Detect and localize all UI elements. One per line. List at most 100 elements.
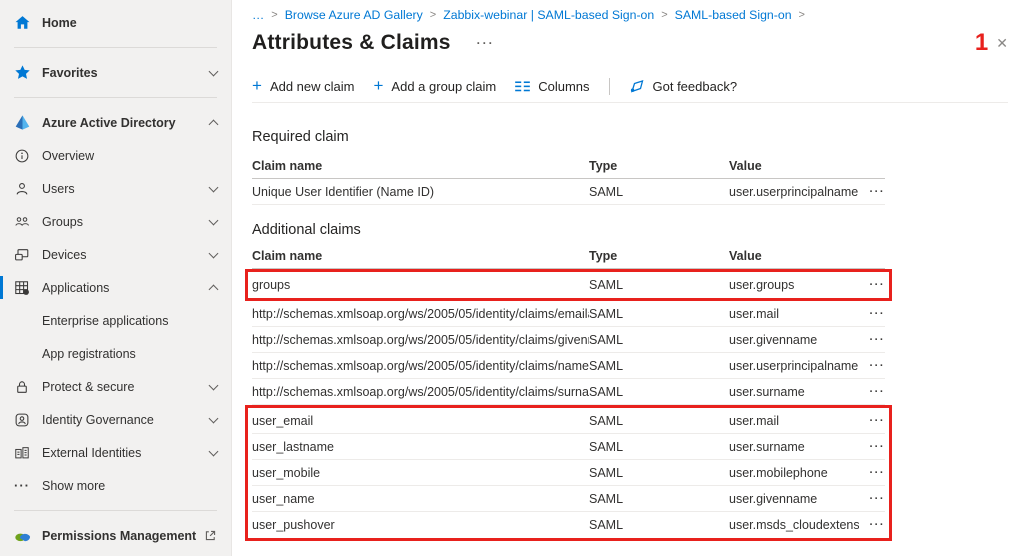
table-row[interactable]: http://schemas.xmlsoap.org/ws/2005/05/id… [252,353,885,379]
column-header-type: Type [589,159,729,173]
table-row[interactable]: user_name SAML user.givenname ··· [252,486,885,512]
row-menu-icon[interactable]: ··· [859,186,885,198]
sidebar-item-label: Identity Governance [42,413,210,427]
columns-button[interactable]: Columns [515,79,589,94]
row-menu-icon[interactable]: ··· [859,279,885,291]
claim-value: user.surname [729,385,859,399]
close-icon[interactable]: ✕ [996,36,1008,50]
sidebar-item-label: Favorites [42,66,210,80]
azure-ad-icon [13,114,31,132]
table-row[interactable]: groups SAML user.groups ··· [252,272,885,298]
chevron-down-icon [209,413,219,423]
claim-value: user.givenname [729,333,859,347]
sidebar-item-users[interactable]: Users [0,172,231,205]
row-menu-icon[interactable]: ··· [859,467,885,479]
claim-name: http://schemas.xmlsoap.org/ws/2005/05/id… [252,307,589,321]
claim-name: http://schemas.xmlsoap.org/ws/2005/05/id… [252,385,589,399]
sidebar-item-azure-active-directory[interactable]: Azure Active Directory [0,106,231,139]
sidebar-item-show-more[interactable]: ··· Show more [0,469,231,502]
claim-value: user.userprincipalname [... [729,185,859,199]
add-group-claim-button[interactable]: + Add a group claim [373,79,496,94]
table-row[interactable]: http://schemas.xmlsoap.org/ws/2005/05/id… [252,301,885,327]
sidebar-item-external-identities[interactable]: External Identities [0,436,231,469]
table-header: Claim name Type Value [252,243,885,269]
breadcrumb-link-saml-signon[interactable]: SAML-based Sign-on [675,8,792,22]
table-header: Claim name Type Value [252,153,885,179]
sidebar-item-favorites[interactable]: Favorites [0,56,231,89]
external-link-icon [203,529,217,543]
breadcrumb-separator: > [661,9,667,21]
claim-type: SAML [589,333,729,347]
sidebar-item-home[interactable]: Home [0,6,231,39]
sidebar-item-protect-secure[interactable]: Protect & secure [0,370,231,403]
row-menu-icon[interactable]: ··· [859,334,885,346]
breadcrumb-link-gallery[interactable]: Browse Azure AD Gallery [285,8,423,22]
column-header-claim-name: Claim name [252,159,589,173]
sidebar-divider [14,510,217,511]
sidebar-item-applications[interactable]: Applications [0,271,231,304]
chevron-up-icon [209,284,219,294]
chevron-down-icon [209,380,219,390]
claim-type: SAML [589,359,729,373]
command-bar: + Add new claim + Add a group claim Colu… [252,70,1008,103]
claim-type: SAML [589,414,729,428]
column-header-value: Value [729,249,859,263]
chevron-down-icon [209,215,219,225]
required-claim-table: Claim name Type Value Unique User Identi… [252,153,885,205]
sidebar-divider [14,97,217,98]
add-new-claim-button[interactable]: + Add new claim [252,79,354,94]
sidebar: Home Favorites Azure Active Directory Ov… [0,0,232,556]
external-identities-icon [13,444,31,462]
required-claim-section: Required claim Claim name Type Value Uni… [252,129,1024,205]
main-content: … > Browse Azure AD Gallery > Zabbix-web… [232,0,1024,556]
table-row[interactable]: user_pushover SAML user.msds_cloudextens… [252,512,885,538]
sidebar-item-identity-governance[interactable]: Identity Governance [0,403,231,436]
breadcrumb-ellipsis[interactable]: … [252,8,264,22]
table-row[interactable]: user_email SAML user.mail ··· [252,408,885,434]
required-claim-heading: Required claim [252,129,1024,145]
table-row[interactable]: Unique User Identifier (Name ID) SAML us… [252,179,885,205]
row-menu-icon[interactable]: ··· [859,415,885,427]
annotation-number: 1 [975,31,988,55]
sidebar-item-overview[interactable]: Overview [0,139,231,172]
sidebar-item-label: Users [42,182,210,196]
claim-name: http://schemas.xmlsoap.org/ws/2005/05/id… [252,359,589,373]
table-row[interactable]: http://schemas.xmlsoap.org/ws/2005/05/id… [252,379,885,405]
table-row[interactable]: user_mobile SAML user.mobilephone ··· [252,460,885,486]
claim-value: user.msds_cloudextensio... [729,518,859,532]
claim-value: user.mail [729,307,859,321]
chevron-down-icon [209,66,219,76]
info-icon [13,147,31,165]
sidebar-item-label: Permissions Management [42,529,203,543]
breadcrumb-link-app-sso[interactable]: Zabbix-webinar | SAML-based Sign-on [443,8,654,22]
row-menu-icon[interactable]: ··· [859,360,885,372]
row-menu-icon[interactable]: ··· [859,519,885,531]
highlight-box-user-claims: user_email SAML user.mail ··· user_lastn… [245,405,892,541]
claim-type: SAML [589,278,729,292]
column-header-value: Value [729,159,859,173]
title-more-menu[interactable]: ··· [477,36,495,50]
claim-value: user.mail [729,414,859,428]
claim-value: user.groups [729,278,859,292]
row-menu-icon[interactable]: ··· [859,493,885,505]
plus-icon: + [252,77,262,94]
claim-name: user_lastname [252,440,589,454]
row-menu-icon[interactable]: ··· [859,386,885,398]
got-feedback-button[interactable]: Got feedback? [629,79,738,94]
sidebar-item-app-registrations[interactable]: App registrations [0,337,231,370]
additional-claims-section: Additional claims Claim name Type Value … [252,222,1024,541]
row-menu-icon[interactable]: ··· [859,308,885,320]
user-icon [13,180,31,198]
toolbar-divider [609,78,610,95]
sidebar-item-groups[interactable]: Groups [0,205,231,238]
claim-type: SAML [589,466,729,480]
sidebar-item-permissions-management[interactable]: Permissions Management [0,519,231,552]
breadcrumb-separator: > [430,9,436,21]
table-row[interactable]: http://schemas.xmlsoap.org/ws/2005/05/id… [252,327,885,353]
table-row[interactable]: user_lastname SAML user.surname ··· [252,434,885,460]
sidebar-item-devices[interactable]: Devices [0,238,231,271]
sidebar-item-enterprise-applications[interactable]: Enterprise applications [0,304,231,337]
row-menu-icon[interactable]: ··· [859,441,885,453]
sidebar-item-label: Show more [42,479,217,493]
claim-name: groups [252,278,589,292]
